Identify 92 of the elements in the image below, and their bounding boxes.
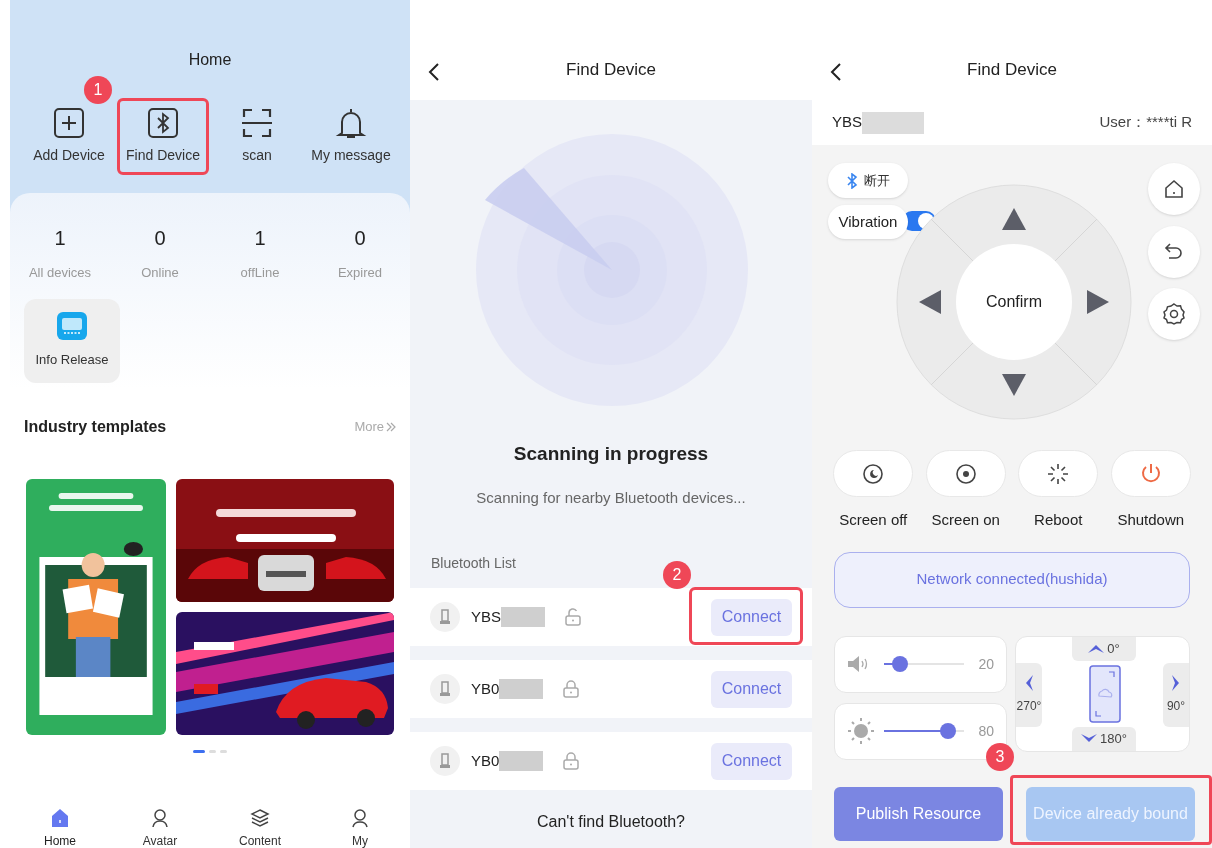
status-title: Scanning in progress [512,442,710,466]
nav-tab[interactable]: Avatar [110,808,210,848]
bluetooth-button[interactable]: 断开 [828,163,908,198]
function-label: Screen off [839,510,908,530]
settings-icon [1163,303,1185,325]
slider-thumb[interactable] [940,723,957,739]
slider-value: 80 [978,721,994,741]
up-arrow-icon[interactable] [1002,208,1026,230]
status-text: Scanning for nearby Bluetooth devices... [475,487,747,508]
screen-icon [57,311,87,340]
function-label: Shutdown [1117,510,1185,530]
redaction-block [501,607,545,627]
step-badge: 2 [663,560,691,589]
rotate-270-button[interactable]: 270° [1016,662,1042,727]
connect-button[interactable]: Connect [711,598,792,636]
scan-icon [241,107,273,139]
stat-label: offLine [240,264,280,282]
user-label: User：****ti R [1099,112,1192,133]
device-icon [430,674,460,704]
connect-button[interactable]: Connect [711,742,792,780]
device-name: YB0 [471,678,500,699]
help-link[interactable]: Can't find Bluetooth? [410,810,812,834]
undo-icon [1164,242,1184,262]
step-badge: 1 [84,76,113,104]
layers-icon [250,808,270,828]
stat-value: 0 [154,226,166,251]
rotate-180-button[interactable]: 180° [1072,726,1136,751]
nav-tab[interactable]: My [310,808,410,848]
chevron-left-icon [1025,674,1033,691]
nav-tab[interactable]: Content [210,808,310,848]
app-tile[interactable]: Info Release [24,298,120,383]
bluetooth-icon [147,107,179,139]
person-icon [350,808,370,828]
screen-title: Find Device [967,58,1057,81]
slider-value: 20 [978,654,994,674]
chevron-right-icon [1172,674,1180,691]
down-arrow-icon[interactable] [1002,374,1026,396]
device-name: YBS [471,606,501,627]
device-name: YB0 [471,750,500,771]
device-icon [430,746,460,776]
sun-icon [847,717,875,745]
function-button[interactable] [925,450,1006,497]
stat-value: 0 [354,226,366,251]
right-arrow-icon[interactable] [1087,290,1109,314]
avatar-icon [150,808,170,828]
action-button[interactable]: Find Device [117,98,209,175]
redaction-block [862,111,924,134]
add-icon [53,107,85,139]
power-icon [1139,462,1162,485]
home-icon [50,808,70,828]
redaction-block [499,751,544,771]
screen-title: Home [187,50,233,70]
rotate-0-button[interactable]: 0° [1072,636,1136,661]
section-title: Industry templates [24,416,167,437]
back-icon[interactable] [428,62,440,82]
moon-icon [862,462,885,485]
stat-label: Online [141,264,179,282]
chevron-down-icon [1081,734,1098,743]
chevrons-icon [386,421,396,432]
redaction-block [499,679,544,699]
device-icon [430,602,460,632]
bell-icon [335,107,367,139]
step-badge: 3 [986,742,1014,771]
stat-label: Expired [337,264,383,282]
phone-icon [1089,664,1121,723]
stat-label: All devices [28,264,92,282]
bluetooth-icon [846,172,858,189]
sun-icon [954,462,977,485]
function-button[interactable] [833,450,914,497]
network-status: Network connected(hushida) [834,551,1190,608]
settings-button[interactable] [1148,288,1200,340]
device-name: YBS [832,112,862,133]
undo-button[interactable] [1148,226,1200,278]
spinner-icon [1047,462,1070,485]
chevron-up-icon [1088,644,1105,653]
back-icon[interactable] [830,62,842,82]
function-label: Screen on [931,510,1000,530]
nav-tab[interactable]: Home [10,808,110,848]
stat-value: 1 [54,226,66,251]
screen-title: Find Device [566,58,656,81]
connect-button[interactable]: Connect [711,670,792,708]
action-button[interactable]: scan [232,98,282,175]
slider-thumb[interactable] [892,656,909,672]
action-button[interactable]: My message [302,98,400,175]
home-button[interactable] [1148,163,1200,215]
vibration-label: Vibration [828,205,908,239]
function-label: Reboot [1034,510,1083,530]
page-indicator[interactable] [193,749,205,753]
stat-value: 1 [254,226,266,251]
home-icon [1164,179,1184,199]
rotate-90-button[interactable]: 90° [1163,662,1189,727]
left-arrow-icon[interactable] [919,290,941,314]
